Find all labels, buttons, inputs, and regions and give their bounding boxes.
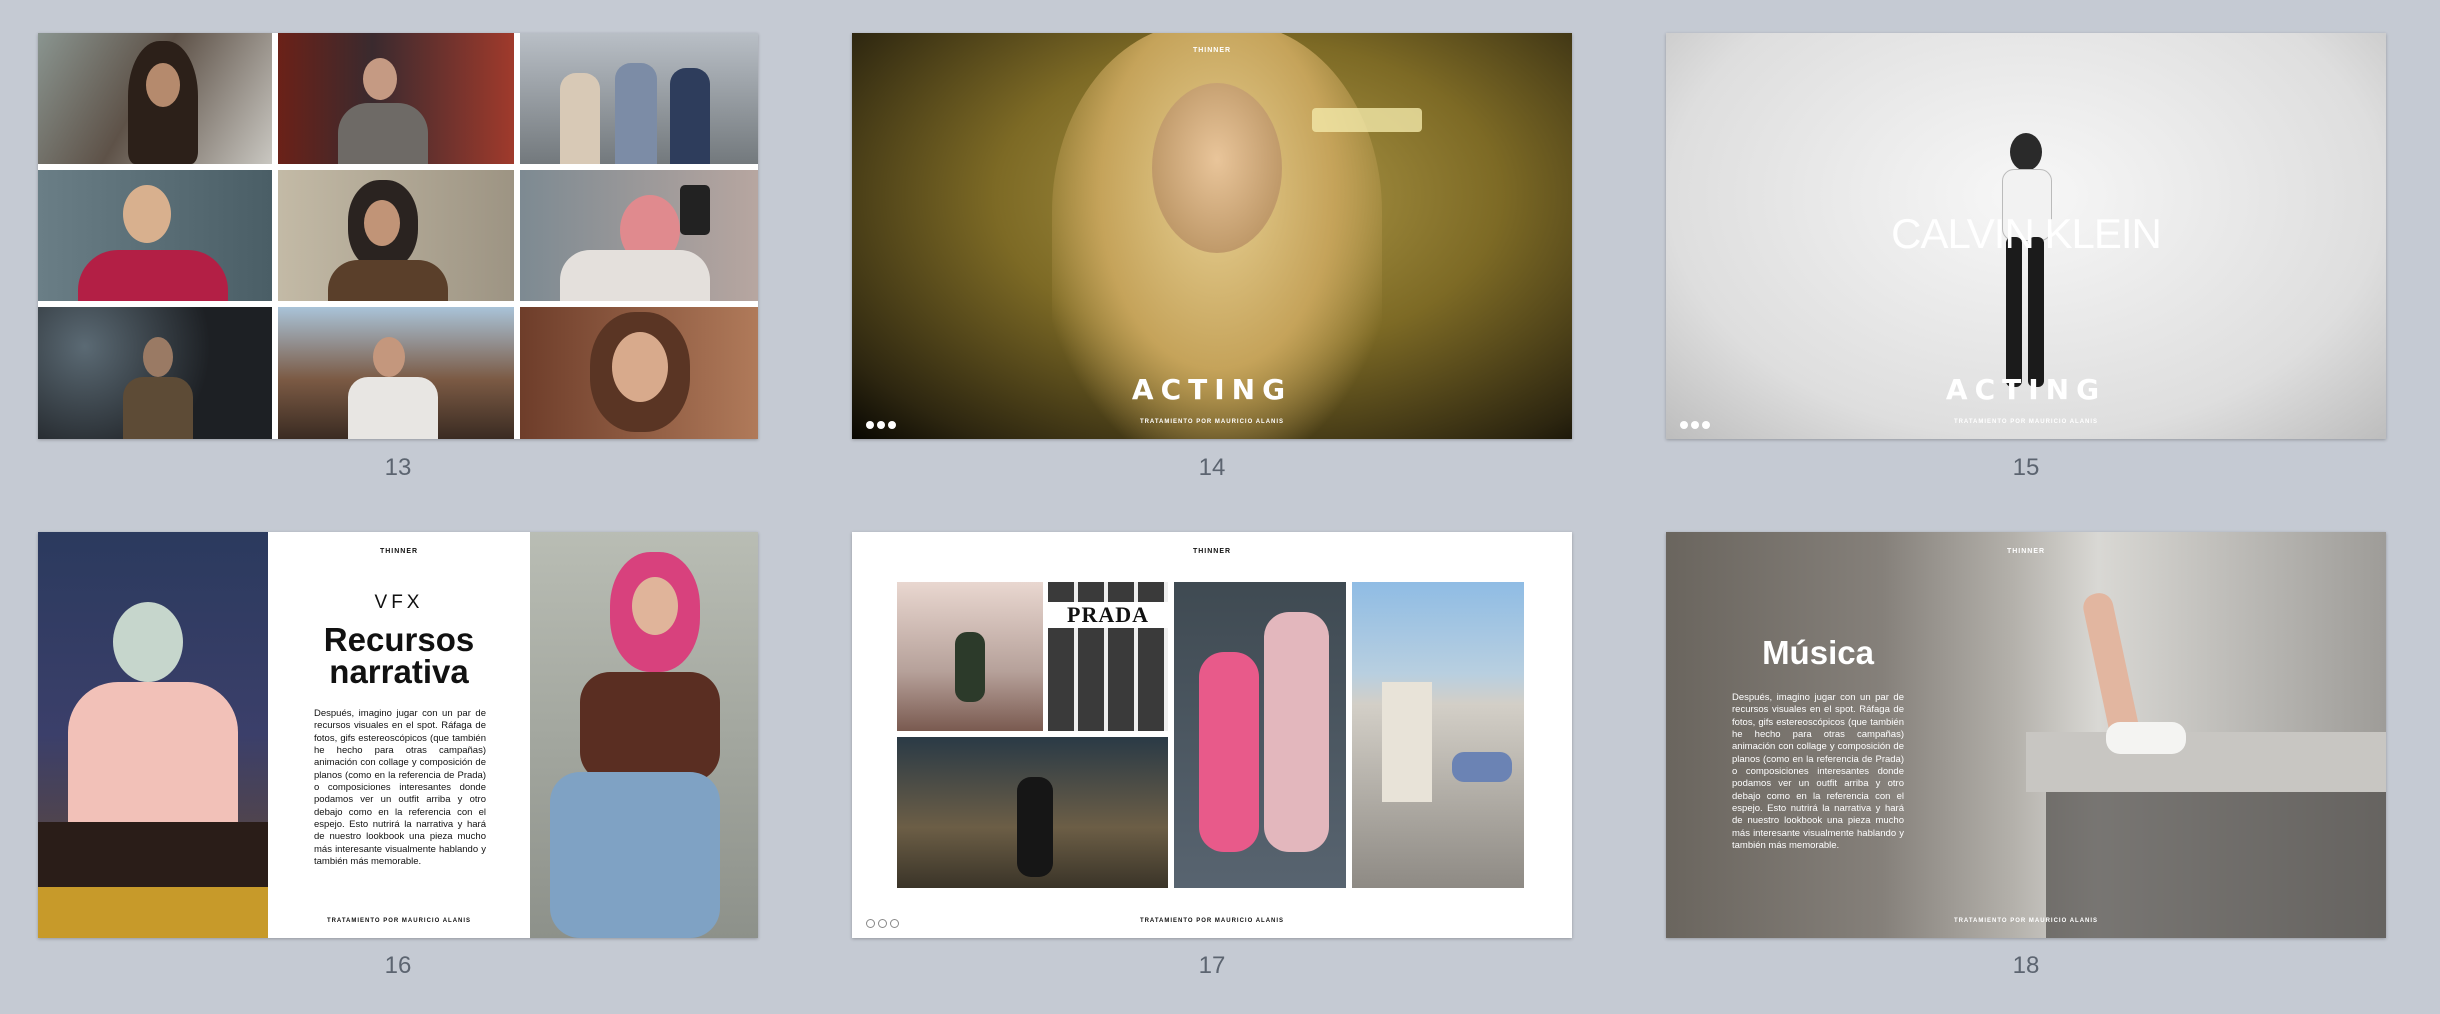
slide-number-17: 17	[1198, 952, 1226, 979]
photo-woman-leaning-wall	[278, 170, 514, 301]
photo-dark-room-woman	[38, 307, 272, 439]
slide-thumbnail-18[interactable]: THINNER Música Después, imagino jugar co…	[1666, 532, 2386, 938]
dot-1	[866, 421, 874, 429]
dot-3	[890, 919, 899, 928]
slide-footer: TRATAMIENTO POR MAURICIO ALANIS	[1139, 419, 1285, 425]
brand-label: THINNER	[1192, 47, 1232, 54]
brand-label: THINNER	[2006, 47, 2046, 54]
dot-2	[1691, 421, 1699, 429]
slide-thumbnail-13[interactable]	[38, 33, 758, 439]
dot-1	[1680, 421, 1688, 429]
photo-man-sitting-floor	[897, 582, 1043, 731]
shadow-area	[2046, 792, 2386, 938]
photo-pink-hair-selfie	[520, 170, 758, 301]
photo-prada-grid: PRADA	[1048, 582, 1168, 731]
brand-label: THINNER	[1192, 548, 1232, 555]
slide-footer: TRATAMIENTO POR MAURICIO ALANIS	[1139, 918, 1285, 924]
section-kicker: VFX	[374, 592, 424, 613]
slide-footer: TRATAMIENTO POR MAURICIO ALANIS	[1953, 918, 2099, 924]
slide-thumbnail-17[interactable]: THINNER PRADA TRATAMIENTO POR MAURICIO A…	[852, 532, 1572, 938]
slide-number-14: 14	[1198, 454, 1226, 481]
slide-number-18: 18	[2012, 952, 2040, 979]
photo-woman-window-red	[278, 33, 514, 164]
section-body: Después, imagino jugar con un par de rec…	[1732, 692, 1904, 852]
photo-dj-at-mixer	[38, 532, 268, 938]
brand-label: THINNER	[2006, 548, 2046, 555]
pagination-dots	[1680, 421, 1710, 429]
slide-number-15: 15	[2012, 454, 2040, 481]
photo-pink-hair-stairs	[530, 532, 758, 938]
slide-number-16: 16	[384, 952, 412, 979]
dot-2	[878, 919, 887, 928]
photo-stairwell-man	[897, 737, 1168, 888]
calvin-klein-logo: CALVIN KLEIN	[1891, 210, 2162, 257]
heading-line-1: Recursos	[323, 621, 475, 658]
slide-thumbnail-14[interactable]: THINNER ACTING TRATAMIENTO POR MAURICIO …	[852, 33, 1572, 439]
photo-two-people-tied	[1174, 582, 1346, 888]
dot-3	[888, 421, 896, 429]
slide-footer: TRATAMIENTO POR MAURICIO ALANIS	[1953, 419, 2099, 425]
slide-thumbnail-16[interactable]: THINNER VFX Recursos narrativa Después, …	[38, 532, 758, 938]
photo-leg-white-sneaker	[2056, 592, 2196, 772]
section-heading: Recursos narrativa	[268, 621, 530, 690]
photo-blonde-red-jacket	[38, 170, 272, 301]
photo-man-lying-ground	[1352, 582, 1524, 888]
pagination-dots	[866, 919, 899, 928]
heading-line-2: narrativa	[329, 653, 469, 690]
pagination-dots	[866, 421, 896, 429]
photo-man-in-car	[278, 307, 514, 439]
section-body: Después, imagino jugar con un par de rec…	[314, 708, 486, 868]
slide-footer: TRATAMIENTO POR MAURICIO ALANIS	[326, 918, 472, 924]
prada-text: PRADA	[1048, 602, 1168, 628]
slide-number-13: 13	[384, 454, 412, 481]
slide-thumbnail-15[interactable]: CALVIN KLEIN THINNER ACTING TRATAMIENTO …	[1666, 33, 2386, 439]
dot-2	[877, 421, 885, 429]
dot-1	[866, 919, 875, 928]
photo-woman-glasses	[520, 307, 758, 439]
slide-title: ACTING	[1131, 373, 1293, 406]
photo-three-friends-fence	[520, 33, 758, 164]
dot-3	[1702, 421, 1710, 429]
brand-label: THINNER	[379, 548, 419, 555]
photo-curly-hair-woman	[38, 33, 272, 164]
slide-title: ACTING	[1945, 373, 2107, 406]
section-heading: Música	[1762, 634, 1874, 671]
